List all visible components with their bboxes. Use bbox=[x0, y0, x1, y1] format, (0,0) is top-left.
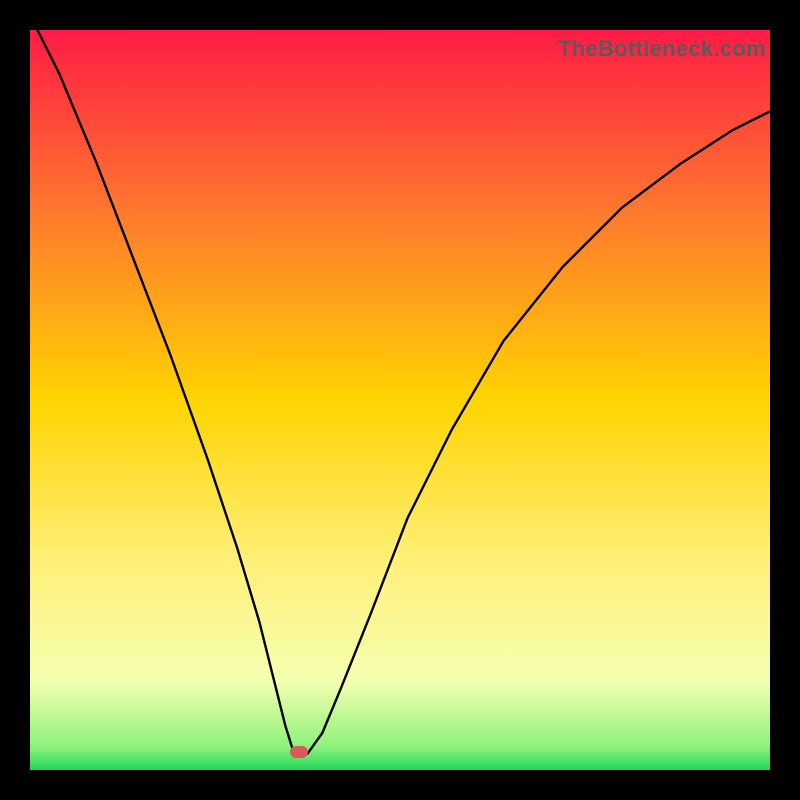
bottleneck-curve-layer bbox=[30, 30, 770, 770]
plot-frame: TheBottleneck.com bbox=[30, 30, 770, 770]
bottleneck-curve bbox=[30, 15, 770, 755]
optimum-marker bbox=[290, 746, 308, 758]
